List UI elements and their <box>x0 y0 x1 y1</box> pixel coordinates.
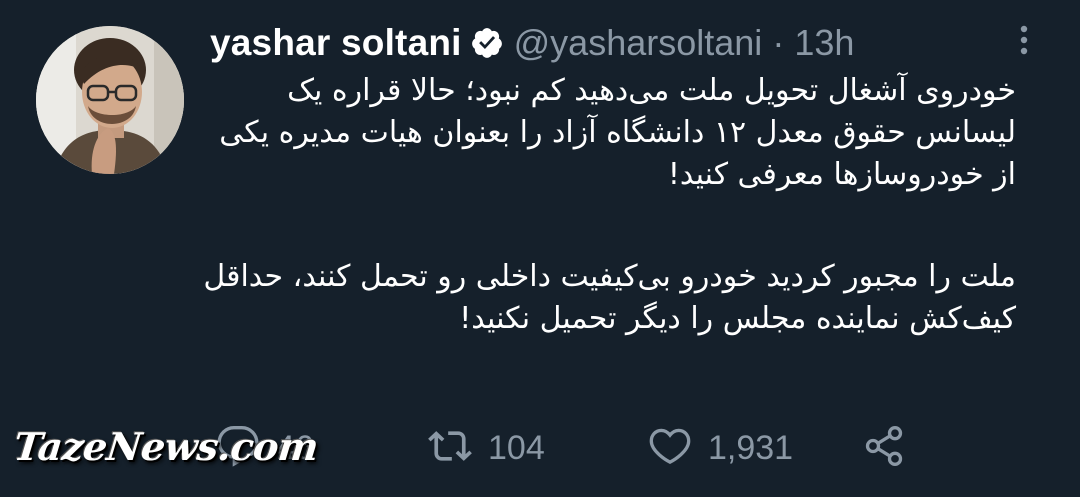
watermark-logo: TazeNews.com <box>11 424 321 469</box>
retweet-button[interactable]: 104 <box>428 420 545 476</box>
share-button[interactable] <box>862 420 906 476</box>
tweet-paragraph: خودروی آشغال تحویل ملت می‌دهید کم نبود؛ … <box>219 73 1016 192</box>
display-name[interactable]: yashar soltani <box>210 22 462 64</box>
like-count: 1,931 <box>708 428 794 467</box>
avatar-photo <box>36 26 184 174</box>
retweet-count: 104 <box>488 428 545 467</box>
heart-icon <box>648 424 692 473</box>
user-handle[interactable]: @yasharsoltani <box>514 22 763 64</box>
tweet-text: خودروی آشغال تحویل ملت می‌دهید کم نبود؛ … <box>196 70 1016 340</box>
like-button[interactable]: 1,931 <box>648 420 793 476</box>
header-separator: · <box>772 22 785 63</box>
timestamp[interactable]: 13h <box>794 22 854 64</box>
avatar[interactable] <box>36 26 184 174</box>
tweet-card: yashar soltani @yasharsoltani · 13h خودر… <box>0 0 1080 497</box>
verified-badge-icon <box>470 26 504 60</box>
share-icon <box>862 424 906 473</box>
more-vertical-icon[interactable] <box>1006 22 1042 58</box>
tweet-header: yashar soltani @yasharsoltani · 13h <box>210 18 854 68</box>
retweet-icon <box>428 424 472 473</box>
tweet-paragraph: ملت را مجبور کردید خودرو بی‌کیفیت داخلی … <box>203 259 1016 336</box>
